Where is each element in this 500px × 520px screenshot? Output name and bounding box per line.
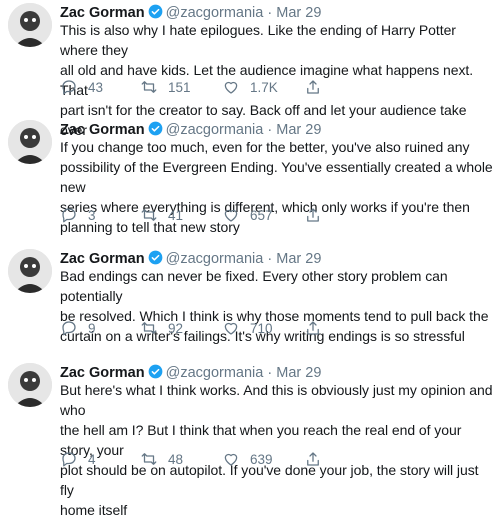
retweet-count: 151 [168, 79, 191, 95]
share-button[interactable] [304, 449, 322, 469]
reply-count: 3 [88, 207, 96, 223]
reply-count: 4 [88, 451, 96, 467]
author-name[interactable]: Zac Gorman [60, 251, 145, 267]
separator: · [267, 251, 273, 267]
author-handle[interactable]: @zacgormania [166, 5, 264, 21]
reply-count: 43 [88, 79, 104, 95]
avatar[interactable] [8, 363, 52, 407]
tweet-text-line: But here's what I think works. And this … [60, 382, 493, 418]
reply-button[interactable]: 3 [60, 205, 96, 225]
like-button[interactable]: 710 [222, 318, 273, 338]
like-icon [224, 81, 238, 94]
like-button[interactable]: 657 [222, 205, 273, 225]
reply-icon [62, 208, 76, 223]
retweet-icon [141, 453, 157, 465]
retweet-count: 92 [168, 320, 184, 336]
tweet-date[interactable]: Mar 29 [276, 5, 321, 21]
tweet-text-line: home itself [60, 502, 128, 518]
like-button[interactable]: 1.7K [222, 77, 278, 97]
reply-icon [62, 80, 76, 95]
author-handle[interactable]: @zacgormania [166, 365, 264, 381]
verified-badge-icon [148, 250, 162, 265]
verified-badge-icon [148, 4, 162, 19]
tweet-date[interactable]: Mar 29 [276, 122, 321, 138]
share-button[interactable] [304, 77, 322, 97]
reply-icon [62, 452, 76, 467]
share-icon [307, 452, 319, 466]
share-icon [307, 208, 319, 222]
share-button[interactable] [304, 205, 322, 225]
avatar[interactable] [8, 120, 52, 164]
share-button[interactable] [304, 318, 322, 338]
reply-count: 9 [88, 320, 96, 336]
like-icon [224, 453, 238, 466]
author-name[interactable]: Zac Gorman [60, 5, 145, 21]
retweet-icon [141, 209, 157, 221]
like-count: 710 [250, 320, 273, 336]
reply-icon [62, 321, 76, 336]
verified-badge-icon [148, 364, 162, 379]
retweet-icon [141, 81, 157, 93]
tweet-text-line: possibility of the Evergreen Ending. You… [60, 159, 493, 195]
author-name[interactable]: Zac Gorman [60, 122, 145, 138]
verified-badge-icon [148, 121, 162, 136]
author-handle[interactable]: @zacgormania [166, 122, 264, 138]
tweet-actions: 4 48 639 [60, 449, 496, 469]
like-icon [224, 209, 238, 222]
tweet-text-line: This is also why I hate epilogues. Like … [60, 22, 456, 58]
tweet-actions: 9 92 710 [60, 318, 496, 338]
separator: · [267, 365, 273, 381]
like-count: 1.7K [250, 79, 278, 95]
tweet-text-line: Bad endings can never be fixed. Every ot… [60, 268, 448, 304]
avatar[interactable] [8, 249, 52, 293]
tweet-date[interactable]: Mar 29 [276, 365, 321, 381]
like-icon [224, 322, 238, 335]
tweet-actions: 43 151 1.7K [60, 77, 496, 97]
like-count: 657 [250, 207, 273, 223]
tweet-actions: 3 41 657 [60, 205, 496, 225]
author-handle[interactable]: @zacgormania [166, 251, 264, 267]
reply-button[interactable]: 43 [60, 77, 103, 97]
retweet-button[interactable]: 48 [140, 449, 183, 469]
retweet-count: 48 [168, 451, 184, 467]
avatar[interactable] [8, 3, 52, 47]
separator: · [267, 5, 273, 21]
like-button[interactable]: 639 [222, 449, 273, 469]
retweet-button[interactable]: 41 [140, 205, 183, 225]
retweet-button[interactable]: 92 [140, 318, 183, 338]
tweet-text-line: If you change too much, even for the bet… [60, 139, 470, 155]
author-name[interactable]: Zac Gorman [60, 365, 145, 381]
retweet-count: 41 [168, 207, 184, 223]
separator: · [267, 122, 273, 138]
like-count: 639 [250, 451, 273, 467]
tweet-date[interactable]: Mar 29 [276, 251, 321, 267]
reply-button[interactable]: 9 [60, 318, 96, 338]
retweet-button[interactable]: 151 [140, 77, 191, 97]
share-icon [307, 321, 319, 335]
retweet-icon [141, 322, 157, 334]
reply-button[interactable]: 4 [60, 449, 96, 469]
share-icon [307, 80, 319, 94]
